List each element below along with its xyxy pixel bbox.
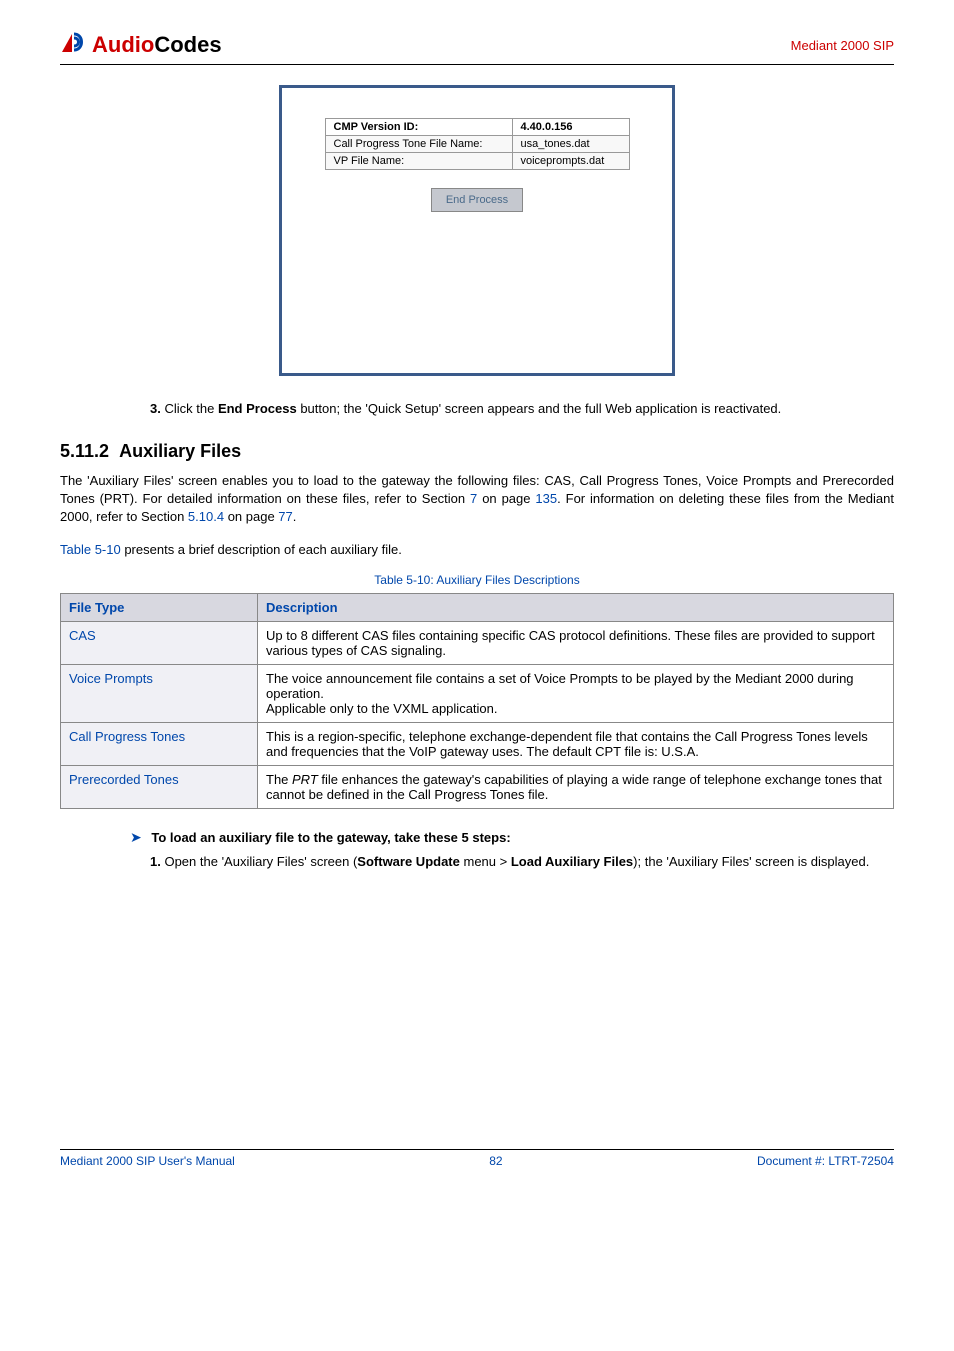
logo-text: AudioCodes bbox=[92, 32, 222, 58]
auxiliary-files-table: File Type Description CAS Up to 8 differ… bbox=[60, 593, 894, 809]
footer-right: Document #: LTRT-72504 bbox=[757, 1154, 894, 1168]
link-table-5-10[interactable]: Table 5-10 bbox=[60, 542, 121, 557]
load-step-t3: ); the 'Auxiliary Files' screen is displ… bbox=[633, 854, 869, 869]
arrow-icon: ➤ bbox=[130, 829, 142, 845]
row-label-voice-prompts: Voice Prompts bbox=[61, 664, 258, 722]
table-row: Prerecorded Tones The PRT file enhances … bbox=[61, 765, 894, 808]
load-title: To load an auxiliary file to the gateway… bbox=[151, 830, 510, 845]
prt-italic: PRT bbox=[292, 772, 318, 787]
end-process-button[interactable]: End Process bbox=[431, 188, 523, 212]
load-step-t2: menu > bbox=[460, 854, 511, 869]
prt-pre: The bbox=[266, 772, 292, 787]
step-3-part1: Click the bbox=[164, 401, 217, 416]
load-step-b1: Software Update bbox=[357, 854, 460, 869]
cmp-version-value: 4.40.0.156 bbox=[512, 119, 629, 136]
paragraph-1: The 'Auxiliary Files' screen enables you… bbox=[60, 472, 894, 527]
cmp-version-label: CMP Version ID: bbox=[325, 119, 512, 136]
vp-filename-label: VP File Name: bbox=[325, 153, 512, 170]
row-desc-prt: The PRT file enhances the gateway's capa… bbox=[258, 765, 894, 808]
logo-icon bbox=[60, 30, 88, 60]
footer-left: Mediant 2000 SIP User's Manual bbox=[60, 1154, 235, 1168]
section-title: Auxiliary Files bbox=[119, 441, 241, 461]
link-page-77[interactable]: 77 bbox=[278, 509, 292, 524]
link-page-135[interactable]: 135 bbox=[535, 491, 557, 506]
page-header: AudioCodes Mediant 2000 SIP bbox=[60, 30, 894, 65]
prt-post: file enhances the gateway's capabilities… bbox=[266, 772, 882, 802]
para1-t2: on page bbox=[477, 491, 535, 506]
table-row: Call Progress Tones This is a region-spe… bbox=[61, 722, 894, 765]
header-product: Mediant 2000 SIP bbox=[791, 38, 894, 53]
row-label-cpt: Call Progress Tones bbox=[61, 722, 258, 765]
section-heading: 5.11.2 Auxiliary Files bbox=[60, 441, 894, 462]
paragraph-2: Table 5-10 presents a brief description … bbox=[60, 541, 894, 559]
load-step-b2: Load Auxiliary Files bbox=[511, 854, 633, 869]
load-step-1-number: 1. bbox=[150, 854, 161, 869]
section-number: 5.11.2 bbox=[60, 441, 109, 461]
link-section-5104[interactable]: 5.10.4 bbox=[188, 509, 224, 524]
cpt-filename-label: Call Progress Tone File Name: bbox=[325, 136, 512, 153]
row-desc-voice-prompts: The voice announcement file contains a s… bbox=[258, 664, 894, 722]
load-instructions: ➤ To load an auxiliary file to the gatew… bbox=[130, 829, 894, 846]
load-step-1: 1. Open the 'Auxiliary Files' screen (So… bbox=[150, 854, 894, 869]
cpt-filename-value: usa_tones.dat bbox=[512, 136, 629, 153]
step-3-bold: End Process bbox=[218, 401, 297, 416]
para2-t1: presents a brief description of each aux… bbox=[121, 542, 402, 557]
version-info-table: CMP Version ID:4.40.0.156 Call Progress … bbox=[325, 118, 630, 170]
row-label-prt: Prerecorded Tones bbox=[61, 765, 258, 808]
vp-filename-value: voiceprompts.dat bbox=[512, 153, 629, 170]
row-label-cas: CAS bbox=[61, 621, 258, 664]
page-footer: Mediant 2000 SIP User's Manual 82 Docume… bbox=[60, 1149, 894, 1168]
footer-page-number: 82 bbox=[489, 1154, 502, 1168]
table-row: CAS Up to 8 different CAS files containi… bbox=[61, 621, 894, 664]
step-3-text: 3. Click the End Process button; the 'Qu… bbox=[150, 401, 894, 416]
row-desc-cpt: This is a region-specific, telephone exc… bbox=[258, 722, 894, 765]
para1-t5: . bbox=[293, 509, 297, 524]
table-header-filetype: File Type bbox=[61, 593, 258, 621]
para1-t4: on page bbox=[224, 509, 278, 524]
step-3-number: 3. bbox=[150, 401, 161, 416]
table-row: Voice Prompts The voice announcement fil… bbox=[61, 664, 894, 722]
row-desc-cas: Up to 8 different CAS files containing s… bbox=[258, 621, 894, 664]
logo: AudioCodes bbox=[60, 30, 222, 60]
step-3-part2: button; the 'Quick Setup' screen appears… bbox=[297, 401, 782, 416]
table-caption: Table 5-10: Auxiliary Files Descriptions bbox=[60, 573, 894, 587]
embedded-screenshot: CMP Version ID:4.40.0.156 Call Progress … bbox=[279, 85, 675, 376]
table-header-description: Description bbox=[258, 593, 894, 621]
load-step-t1: Open the 'Auxiliary Files' screen ( bbox=[164, 854, 357, 869]
